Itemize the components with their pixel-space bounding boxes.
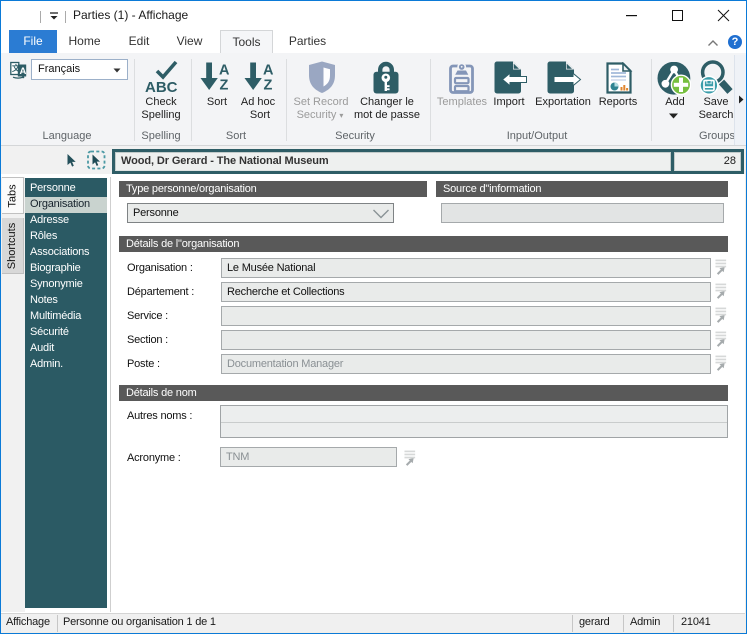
svg-text:Z: Z	[264, 78, 273, 94]
svg-text:A: A	[219, 63, 230, 79]
svg-text:Z: Z	[220, 78, 229, 94]
svg-text:ABC: ABC	[145, 79, 178, 94]
svg-text:A: A	[20, 66, 27, 77]
svg-text:A: A	[263, 63, 274, 79]
